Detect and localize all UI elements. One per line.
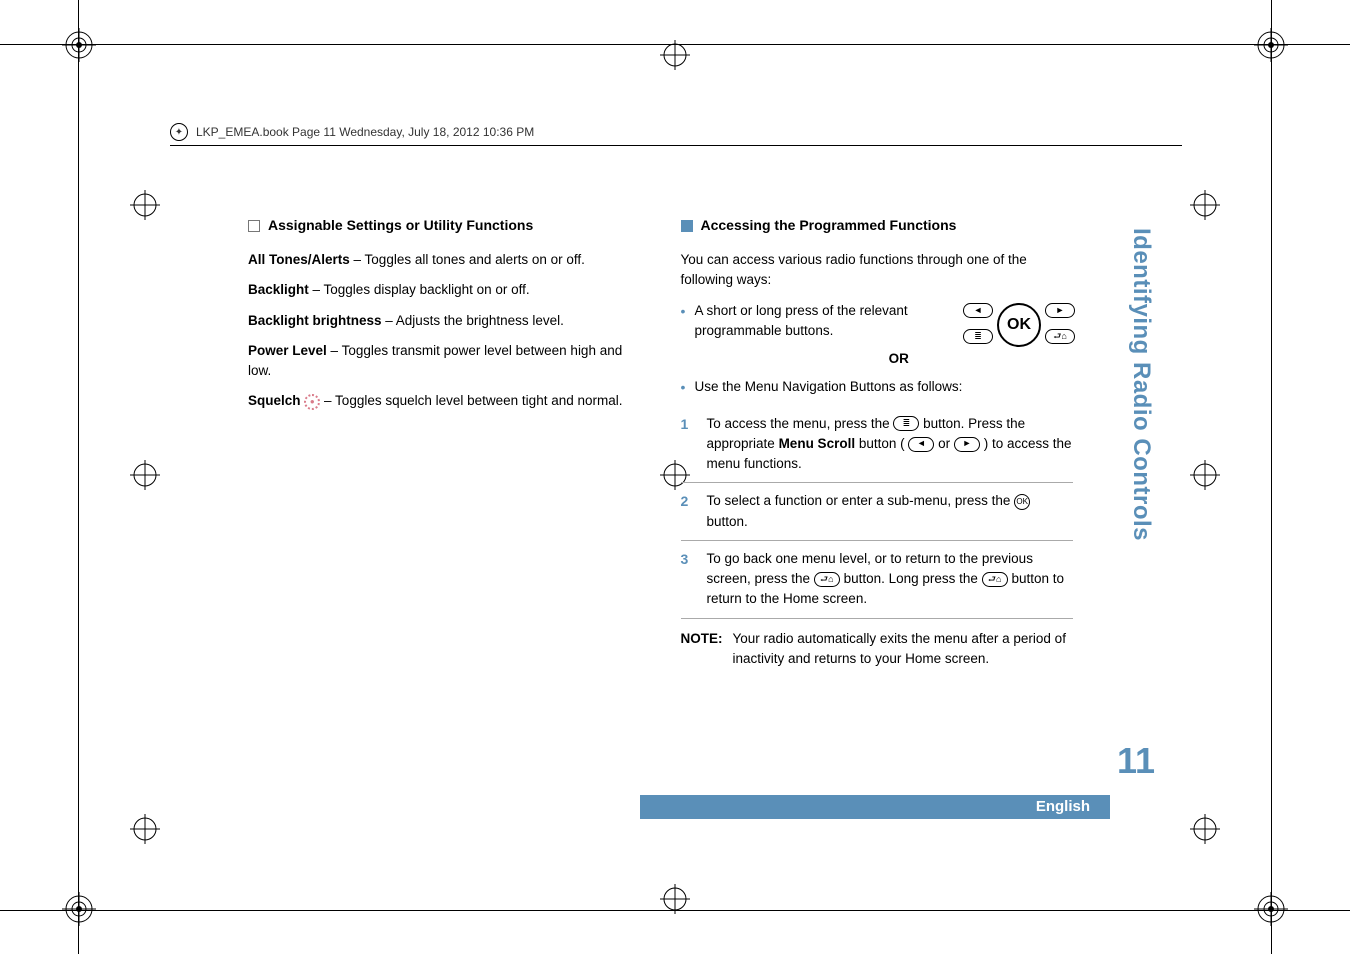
registration-mark-icon — [130, 190, 160, 220]
registration-mark-icon — [130, 814, 160, 844]
registration-mark-icon — [660, 40, 690, 70]
step-number: 1 — [681, 414, 695, 475]
registration-mark-icon — [1190, 190, 1220, 220]
right-column: Accessing the Programmed Functions You c… — [681, 215, 1074, 669]
nav-button-cluster: ◄ ≣ OK ► ⮐⌂ — [953, 295, 1083, 355]
left-heading-text: Assignable Settings or Utility Functions — [268, 215, 533, 236]
registration-mark-icon — [62, 28, 96, 62]
left-heading: Assignable Settings or Utility Functions — [248, 215, 641, 236]
registration-mark-icon — [1190, 814, 1220, 844]
step-item: 2 To select a function or enter a sub-me… — [681, 483, 1074, 541]
desc: – Toggles display backlight on or off. — [309, 282, 530, 297]
desc: – Toggles squelch level between tight an… — [324, 393, 622, 408]
step-item: 1 To access the menu, press the ≣ button… — [681, 406, 1074, 484]
list-item: Use the Menu Navigation Buttons as follo… — [681, 377, 1074, 397]
registration-mark-icon — [62, 892, 96, 926]
intro-text: You can access various radio functions t… — [681, 250, 1074, 291]
menu-button-icon: ≣ — [893, 416, 919, 431]
bullet-list: Use the Menu Navigation Buttons as follo… — [681, 377, 1074, 397]
registration-mark-icon — [130, 460, 160, 490]
step-item: 3 To go back one menu level, or to retur… — [681, 541, 1074, 619]
term: All Tones/Alerts — [248, 252, 350, 267]
txt: or — [938, 436, 950, 451]
book-header: ✦ LKP_EMEA.book Page 11 Wednesday, July … — [170, 123, 1182, 146]
nav-ok-icon: OK — [997, 303, 1041, 347]
txt: To select a function or enter a sub-menu… — [707, 493, 1015, 508]
right-heading-text: Accessing the Programmed Functions — [701, 215, 957, 236]
square-outline-icon — [248, 220, 260, 232]
bold-term: Menu Scroll — [779, 436, 856, 451]
squelch-icon: ● — [304, 394, 320, 410]
term: Squelch — [248, 393, 301, 408]
definition-item: Power Level – Toggles transmit power lev… — [248, 341, 641, 382]
term: Power Level — [248, 343, 327, 358]
square-fill-icon — [681, 220, 693, 232]
content-area: Assignable Settings or Utility Functions… — [248, 215, 1073, 669]
page-number: 11 — [1117, 740, 1155, 782]
term: Backlight — [248, 282, 309, 297]
scroll-right-icon: ► — [954, 437, 980, 452]
right-heading: Accessing the Programmed Functions — [681, 215, 1074, 236]
scroll-left-icon: ◄ — [908, 437, 934, 452]
definition-item: Backlight brightness – Adjusts the brigh… — [248, 311, 641, 331]
registration-mark-icon — [1254, 28, 1288, 62]
crop-line-right — [1271, 0, 1272, 954]
txt: button. Long press the — [844, 571, 982, 586]
language-band: English — [640, 795, 1110, 819]
back-button-icon: ⮐⌂ — [814, 572, 840, 587]
term: Backlight brightness — [248, 313, 382, 328]
book-mark-icon: ✦ — [170, 123, 188, 141]
step-body: To access the menu, press the ≣ button. … — [707, 414, 1074, 475]
left-column: Assignable Settings or Utility Functions… — [248, 215, 641, 669]
nav-back-icon: ⮐⌂ — [1045, 329, 1075, 344]
definition-item: All Tones/Alerts – Toggles all tones and… — [248, 250, 641, 270]
registration-mark-icon — [660, 884, 690, 914]
book-header-text: LKP_EMEA.book Page 11 Wednesday, July 18… — [196, 125, 534, 139]
back-button-icon: ⮐⌂ — [982, 572, 1008, 587]
txt: button. — [707, 514, 748, 529]
nav-left-icon: ◄ — [963, 303, 993, 318]
nav-right-icon: ► — [1045, 303, 1075, 318]
registration-mark-icon — [1190, 460, 1220, 490]
txt: button ( — [859, 436, 905, 451]
note-label: NOTE: — [681, 629, 723, 670]
step-list: 1 To access the menu, press the ≣ button… — [681, 406, 1074, 619]
step-number: 2 — [681, 491, 695, 532]
desc: – Adjusts the brightness level. — [382, 313, 564, 328]
registration-mark-icon — [1254, 892, 1288, 926]
bullet1-text: A short or long press of the relevant pr… — [695, 301, 915, 342]
desc: – Toggles all tones and alerts on or off… — [350, 252, 585, 267]
ok-button-icon: OK — [1014, 494, 1030, 510]
step-number: 3 — [681, 549, 695, 610]
note-block: NOTE: Your radio automatically exits the… — [681, 629, 1074, 670]
nav-menu-icon: ≣ — [963, 329, 993, 344]
step-body: To select a function or enter a sub-menu… — [707, 491, 1074, 532]
crop-line-left — [78, 0, 79, 954]
step-body: To go back one menu level, or to return … — [707, 549, 1074, 610]
txt: To access the menu, press the — [707, 416, 894, 431]
definition-item: Squelch ● – Toggles squelch level betwee… — [248, 391, 641, 411]
definition-item: Backlight – Toggles display backlight on… — [248, 280, 641, 300]
note-text: Your radio automatically exits the menu … — [733, 629, 1074, 670]
section-title-vertical: Identifying Radio Controls — [1127, 228, 1155, 541]
